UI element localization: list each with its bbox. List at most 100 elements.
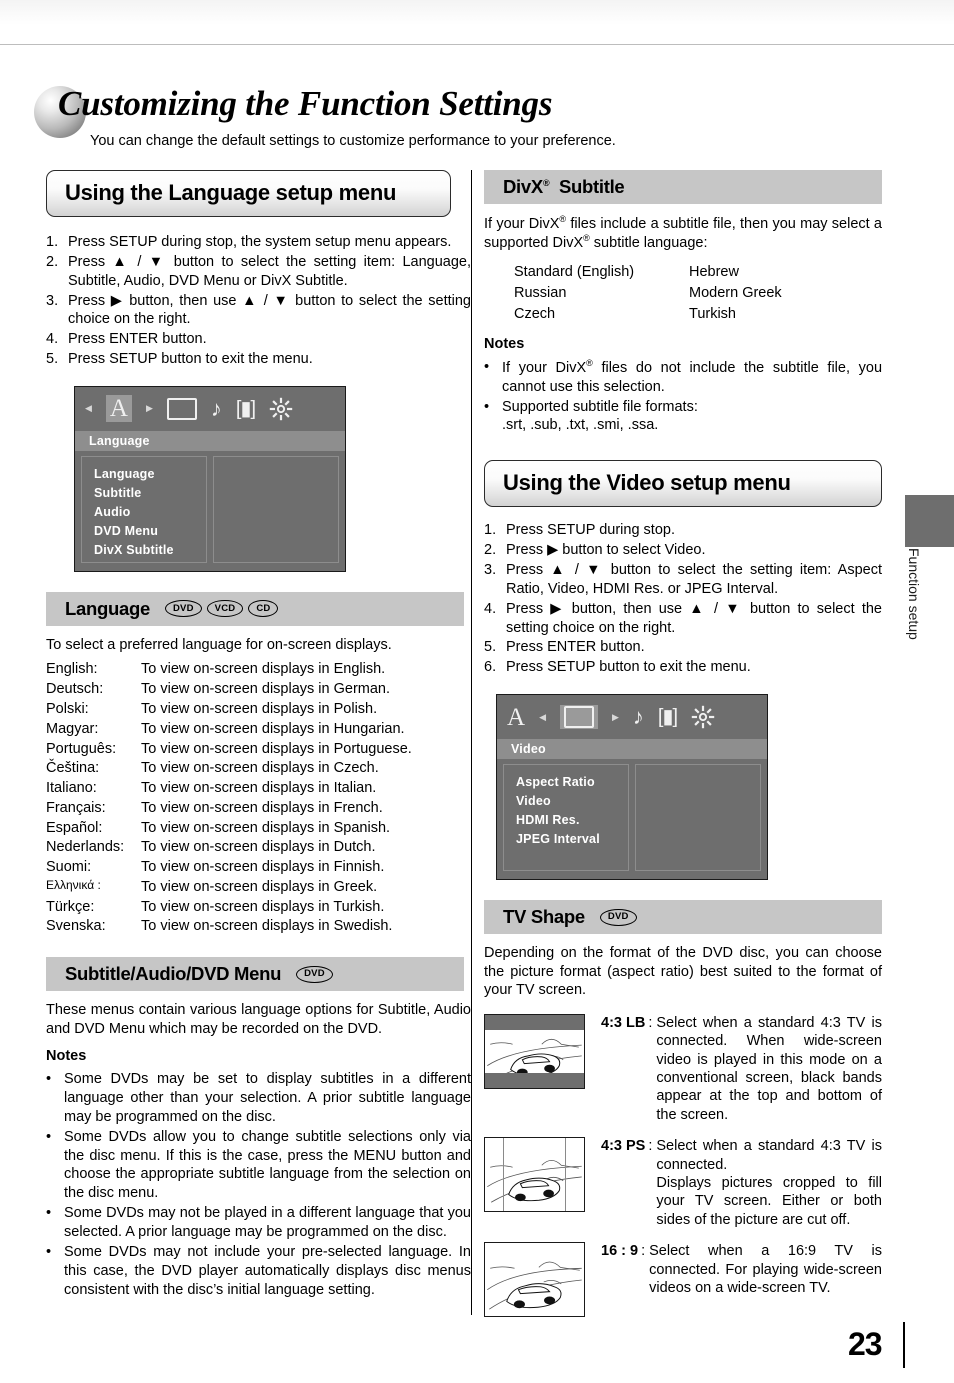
thumbnail-169 [484, 1242, 585, 1318]
subtitle-section-notes: • Some DVDs may be set to display subtitl… [46, 1070, 471, 1299]
language-name: Türkçe: [46, 898, 95, 915]
audio-note-icon: ♪ [632, 704, 644, 730]
table-row: Svenska: To view on-screen displays in Sw… [46, 917, 412, 937]
preferences-gear-icon [691, 705, 715, 729]
language-name: Português: [46, 740, 117, 757]
tv-shape-colon: : [648, 1014, 653, 1031]
list-item: 6. Press SETUP button to exit the menu. [484, 659, 751, 676]
language-desc: To view on-screen displays in Hungarian. [141, 720, 405, 737]
top-gradient-band [0, 0, 954, 46]
vcd-badge: VCD [206, 600, 244, 618]
table-row: Português: To view on-screen displays in … [46, 740, 412, 760]
language-desc: To view on-screen displays in English. [141, 661, 386, 678]
osd-menu-item[interactable]: HDMI Res. [516, 811, 628, 830]
tv-shape-label: 4:3 PS [601, 1138, 646, 1155]
osd-choice-pane [635, 764, 761, 872]
crop-dashed-border [484, 1137, 585, 1213]
list-item: • Some DVDs may not include your pre-sele… [46, 1243, 471, 1298]
language-desc: To view on-screen displays in Dutch. [141, 839, 376, 856]
list-item: 3. Press ▲ / ▼ button to select the setti… [484, 562, 882, 597]
page-title: Customizing the Function Settings [58, 84, 553, 123]
bullet-icon: • [484, 398, 490, 415]
divx-lang-right: Turkish [689, 306, 736, 322]
bullet-icon: • [46, 1071, 52, 1088]
osd-menu-list: Aspect Ratio Video HDMI Res. JPEG Interv… [503, 764, 630, 872]
left-arrow-icon: ◀ [85, 403, 92, 414]
preferences-gear-icon [269, 397, 293, 421]
tv-shape-desc: 4:3 LB : Select when a standard 4:3 TV i… [601, 1014, 882, 1124]
table-row: Magyar: To view on-screen displays in Hun… [46, 720, 412, 740]
language-name: Deutsch: [46, 681, 104, 698]
letterbox-band-top [485, 1014, 584, 1030]
osd-icon-row: ◀ A ▶ ♪ [▮] [75, 386, 345, 431]
language-desc: To view on-screen displays in Portuguese… [141, 740, 412, 757]
language-options-table: English: To view on-screen displays in En… [46, 660, 412, 937]
disc-badges: DVD [296, 965, 333, 983]
registered-icon: ® [586, 358, 593, 369]
language-name: Ελληνικά : [46, 877, 101, 892]
video-tv-icon [166, 397, 197, 420]
table-row: Italiano: To view on-screen displays in I… [46, 779, 412, 799]
language-name: Polski: [46, 700, 89, 717]
osd-menu-item[interactable]: DVD Menu [94, 522, 206, 541]
language-desc: To view on-screen displays in Czech. [141, 760, 379, 777]
language-desc: To view on-screen displays in Spanish. [141, 819, 391, 836]
divx-heading-label: DivX® Subtitle [503, 176, 625, 197]
language-name: Magyar: [46, 720, 99, 737]
tv-shape-heading: TV Shape DVD [484, 900, 882, 935]
list-item: • Some DVDs may be set to display subtitl… [46, 1071, 471, 1125]
language-setup-banner: Using the Language setup menu [46, 170, 451, 217]
video-setup-steps: 1. Press SETUP during stop. 2. Press ▶ but… [484, 521, 882, 677]
language-intro: To select a preferred language for on-sc… [46, 636, 392, 653]
osd-menu-item[interactable]: Video [516, 792, 628, 811]
section-tab-label: Function setup [906, 548, 922, 640]
divx-lang-left: Russian [514, 284, 567, 301]
divx-lang-left: Czech [514, 306, 556, 322]
language-name: Español: [46, 819, 103, 836]
osd-menu-item[interactable]: DivX Subtitle [94, 541, 206, 560]
page-number: 23 [848, 1326, 883, 1362]
language-desc: To view on-screen displays in Greek. [141, 878, 378, 895]
list-item: • If your DivX® files do not include the … [484, 358, 883, 395]
tv-shape-text: Select when a 16:9 TV is connected. For … [649, 1243, 882, 1296]
table-row: Ελληνικά : To view on-screen displays in … [46, 878, 412, 898]
language-osd-screenshot: ◀ A ▶ ♪ [▮] Language Language Subtitle A… [74, 385, 346, 572]
table-row: Standard (English) Hebrew [514, 263, 782, 284]
osd-menu-item[interactable]: Audio [94, 503, 206, 522]
tv-shape-row-43lb: 4:3 LB : Select when a standard 4:3 TV i… [484, 1013, 882, 1124]
disc-badges: DVD VCD CD [164, 600, 279, 618]
osd-menu-item[interactable]: Aspect Ratio [516, 773, 628, 792]
list-item: • Some DVDs may not be played in a differ… [46, 1205, 471, 1241]
thumbnail-43ps [484, 1137, 585, 1213]
display-screen-icon: [▮] [657, 706, 678, 729]
osd-menu-item[interactable]: Language [94, 465, 206, 484]
list-item: 5. Press SETUP button to exit the menu. [46, 351, 313, 368]
video-osd-screenshot: A ◀ ▶ ♪ [▮] Video Aspect Ratio Video HDM… [496, 694, 768, 881]
list-item: 2. Press ▶ button to select Video. [484, 542, 706, 559]
language-a-icon: A [105, 395, 132, 423]
divx-subtitle-notes: • If your DivX® files do not include the … [484, 358, 882, 435]
notes-label: Notes [484, 336, 525, 353]
bullet-icon: • [46, 1205, 52, 1222]
language-name: Svenska: [46, 918, 106, 935]
tv-shape-text: Select when a standard 4:3 TV is connect… [656, 1014, 882, 1123]
osd-menu-item[interactable]: JPEG Interval [516, 830, 628, 849]
language-heading-label: Language [65, 597, 150, 619]
right-arrow-icon: ▶ [145, 403, 153, 414]
table-row: Nederlands: To view on-screen displays in… [46, 838, 412, 858]
table-row: Suomi: To view on-screen displays in Finn… [46, 858, 412, 878]
cd-badge: CD [248, 600, 279, 618]
bullet-icon: • [484, 359, 490, 376]
registered-icon: ® [583, 233, 590, 244]
tv-shape-desc: 4:3 PS : Select when a standard 4:3 TV i… [601, 1137, 882, 1229]
table-row: Polski: To view on-screen displays in Pol… [46, 700, 412, 720]
list-item: 1. Press SETUP during stop. [484, 522, 675, 539]
language-setup-steps: 1. Press SETUP during stop, the system se… [46, 233, 471, 369]
osd-menu-item[interactable]: Subtitle [94, 484, 206, 503]
osd-title: Language [75, 430, 345, 451]
left-arrow-icon: ◀ [539, 711, 546, 722]
table-row: Čeština: To view on-screen displays in Cz… [46, 759, 412, 779]
thumb-frame [484, 1013, 585, 1089]
language-section-heading: Language DVD VCD CD [46, 591, 464, 626]
osd-menu-list: Language Subtitle Audio DVD Menu DivX Su… [81, 455, 208, 563]
